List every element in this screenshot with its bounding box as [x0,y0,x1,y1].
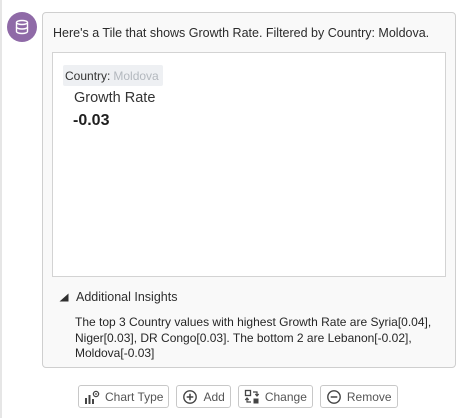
additional-insights-toggle[interactable]: Additional Insights [59,290,177,304]
metric-name: Growth Rate [74,90,156,106]
change-button[interactable]: Change [237,385,313,408]
database-icon [15,19,29,35]
chart-type-button[interactable]: Chart Type [78,385,170,408]
action-bar: Chart Type Add Change Remove [78,385,398,408]
change-icon [244,389,260,403]
triangle-icon [59,293,69,301]
left-divider [0,0,2,418]
chart-type-label: Chart Type [105,389,164,404]
insights-text: The top 3 Country values with highest Gr… [75,315,432,360]
remove-label: Remove [346,389,392,404]
insights-header-label: Additional Insights [76,290,178,304]
assistant-message: Here's a Tile that shows Growth Rate. Fi… [42,12,456,368]
metric-tile[interactable]: Country: Moldova Growth Rate -0.03 [52,52,446,277]
metric-value: -0.03 [73,112,110,129]
assistant-avatar [7,12,37,42]
plus-circle-icon [183,389,198,404]
chat-panel: Here's a Tile that shows Growth Rate. Fi… [0,0,462,418]
change-label: Change [264,389,307,404]
add-label: Add [203,389,225,404]
message-text: Here's a Tile that shows Growth Rate. Fi… [53,26,430,40]
filter-chip[interactable]: Country: Moldova [63,65,163,86]
chart-type-icon [85,390,100,404]
filter-value: Moldova [113,68,159,83]
minus-circle-icon [326,389,341,404]
filter-label: Country: [65,68,111,83]
remove-button[interactable]: Remove [319,385,398,408]
add-button[interactable]: Add [176,385,231,408]
